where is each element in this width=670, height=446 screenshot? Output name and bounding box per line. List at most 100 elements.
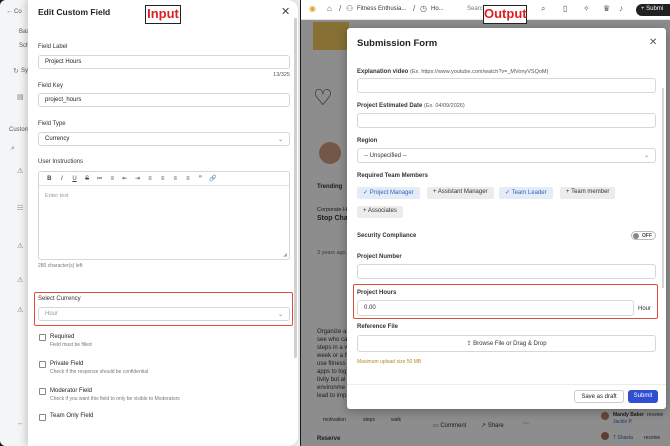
warning-icon: ⚠: [17, 243, 24, 250]
team-only-field-checkbox[interactable]: [39, 414, 46, 421]
save-as-draft-button[interactable]: Save as draft: [574, 390, 624, 403]
search-icon[interactable]: ⌕: [541, 4, 545, 14]
resize-grip-icon[interactable]: ◢: [283, 252, 287, 258]
bullet-list-icon[interactable]: ≔: [93, 175, 106, 182]
label-text: Explanation video: [357, 69, 409, 75]
estimated-date-label: Project Estimated Date (Ex. 04/09/2026): [357, 103, 465, 109]
submit-button[interactable]: Submit: [628, 390, 658, 403]
chip-label: Team Leader: [511, 190, 547, 196]
modal-footer: Save as draft Submit: [347, 384, 666, 409]
trophy-icon[interactable]: ♛: [603, 4, 610, 13]
region-select[interactable]: -- Unspecified -- ⌄: [357, 148, 656, 163]
security-compliance-toggle[interactable]: OFF: [631, 231, 656, 240]
close-icon[interactable]: ✕: [281, 5, 290, 18]
align-justify-icon[interactable]: ≡: [182, 176, 195, 182]
warning-icon: ⚠: [17, 277, 24, 284]
slash-icon: /: [339, 4, 342, 13]
chip-associates[interactable]: + Associates: [357, 206, 403, 218]
field-type-label: Field Type: [38, 121, 66, 127]
field-key-input[interactable]: project_hours: [38, 93, 290, 107]
align-right-icon[interactable]: ≡: [169, 176, 182, 182]
drawer-scrollbar[interactable]: [294, 18, 297, 358]
label-hint: (Ex. https://www.youtube.com/watch?v=_MV…: [410, 69, 549, 75]
required-checkbox[interactable]: [39, 334, 46, 341]
select-currency-select[interactable]: Hour ⌄: [38, 307, 290, 321]
estimated-date-input[interactable]: [357, 113, 656, 128]
toggle-knob: [633, 233, 639, 239]
home-icon[interactable]: ⌂: [327, 4, 332, 13]
label-hint: (Ex. 04/09/2026): [424, 103, 465, 109]
link-icon[interactable]: 🔗: [207, 175, 220, 182]
file-upload-dropzone[interactable]: ⇪ Browse File or Drag & Drop: [357, 335, 656, 352]
field-label-label: Field Label: [38, 44, 68, 50]
chip-team-leader[interactable]: ✓ Team Leader: [499, 187, 553, 199]
explanation-video-input[interactable]: [357, 78, 656, 93]
moderator-field-title: Moderator Field: [50, 388, 93, 394]
breadcrumb-page[interactable]: Ho...: [431, 6, 444, 12]
project-number-input[interactable]: [357, 264, 656, 279]
breadcrumb-group[interactable]: Fitness Enthusia...: [357, 6, 406, 12]
strikethrough-icon[interactable]: S: [81, 176, 94, 182]
output-pane: ◉ ⌂ / ⚇ Fitness Enthusia... / ◷ Ho... Se…: [301, 0, 670, 446]
private-field-subtitle: Check if the response should be confiden…: [50, 369, 149, 375]
toggle-state: OFF: [642, 233, 652, 239]
search-icon: ⌕: [11, 145, 15, 152]
bg-item: Co: [14, 9, 22, 15]
check-icon: ✓: [363, 190, 370, 196]
drawer-title: Edit Custom Field: [38, 7, 111, 17]
outdent-icon[interactable]: ⇤: [119, 175, 132, 182]
chip-assistant-manager[interactable]: + Assistant Manager: [427, 187, 494, 199]
close-icon[interactable]: ✕: [649, 37, 657, 48]
select-currency-placeholder: Hour: [45, 311, 59, 317]
background-app-sidebar: ← Co Bas Sch ↻ Sy ▤ Custom ⌕ ⚠ ☷ ⚠ ⚠ ⚠ ←: [0, 0, 30, 446]
align-center-icon[interactable]: ≡: [156, 176, 169, 182]
editor-placeholder: Enter text: [45, 193, 69, 199]
indent-icon[interactable]: ⇥: [131, 175, 144, 182]
project-hours-unit: Hour: [638, 306, 652, 312]
align-left-icon[interactable]: ≡: [144, 176, 157, 182]
italic-icon[interactable]: I: [56, 176, 69, 182]
region-label: Region: [357, 138, 378, 144]
bg-item: Custom: [9, 127, 30, 133]
comparison-screenshot: ← Co Bas Sch ↻ Sy ▤ Custom ⌕ ⚠ ☷ ⚠ ⚠ ⚠ ←…: [0, 0, 670, 446]
back-arrow-icon[interactable]: ←: [6, 8, 13, 15]
chip-label: Associates: [367, 208, 397, 214]
topbar-submit-label: Submi: [646, 6, 664, 12]
back-arrow-icon[interactable]: ←: [17, 420, 24, 427]
field-type-select[interactable]: Currency ⌄: [38, 132, 290, 146]
bell-icon[interactable]: ♪: [619, 4, 623, 13]
reference-file-label: Reference File: [357, 324, 399, 330]
magic-icon[interactable]: ✧: [583, 4, 590, 13]
characters-left: 280 character(s) left: [38, 263, 83, 269]
chip-team-member[interactable]: + Team member: [560, 187, 616, 199]
editor-toolbar: B I U S ≔ ≡ ⇤ ⇥ ≡ ≡ ≡ ≡ ” 🔗: [39, 172, 289, 186]
security-compliance-label: Security Compliance: [357, 233, 417, 239]
input-pane: ← Co Bas Sch ↻ Sy ▤ Custom ⌕ ⚠ ☷ ⚠ ⚠ ⚠ ←…: [0, 0, 300, 446]
chevron-down-icon: ⌄: [277, 137, 283, 143]
chip-label: Project Manager: [369, 190, 414, 196]
user-instructions-label: User Instructions: [38, 159, 84, 165]
edit-custom-field-drawer: Edit Custom Field ✕ Field Label Project …: [28, 0, 298, 446]
project-hours-input[interactable]: 0.00: [357, 300, 634, 316]
field-label-input[interactable]: Project Hours: [38, 55, 290, 69]
numbered-list-icon[interactable]: ≡: [106, 176, 119, 182]
instructions-editor[interactable]: B I U S ≔ ≡ ⇤ ⇥ ≡ ≡ ≡ ≡ ” 🔗 Enter text ◢: [38, 171, 290, 260]
chip-label: Team member: [571, 189, 610, 195]
private-field-checkbox[interactable]: [39, 361, 46, 368]
required-subtitle: Field must be filled: [50, 342, 92, 348]
modal-scrollbar[interactable]: [662, 88, 664, 288]
bold-icon[interactable]: B: [43, 176, 56, 182]
bookmark-icon[interactable]: ▯: [563, 4, 567, 13]
output-tag: Output: [483, 5, 527, 24]
moderator-field-checkbox[interactable]: [39, 388, 46, 395]
underline-icon[interactable]: U: [68, 176, 81, 182]
input-tag: Input: [145, 5, 181, 24]
logo-icon: ◉: [309, 4, 316, 13]
bg-item: Sy: [21, 68, 29, 74]
chip-project-manager[interactable]: ✓ Project Manager: [357, 187, 420, 199]
chevron-down-icon: ⌄: [277, 312, 283, 318]
group-icon[interactable]: ⚇: [346, 4, 353, 13]
topbar-submit-button[interactable]: + Submi: [636, 4, 670, 16]
quote-icon[interactable]: ”: [194, 176, 207, 182]
moderator-field-subtitle: Check if you want this field to only be …: [50, 396, 180, 402]
